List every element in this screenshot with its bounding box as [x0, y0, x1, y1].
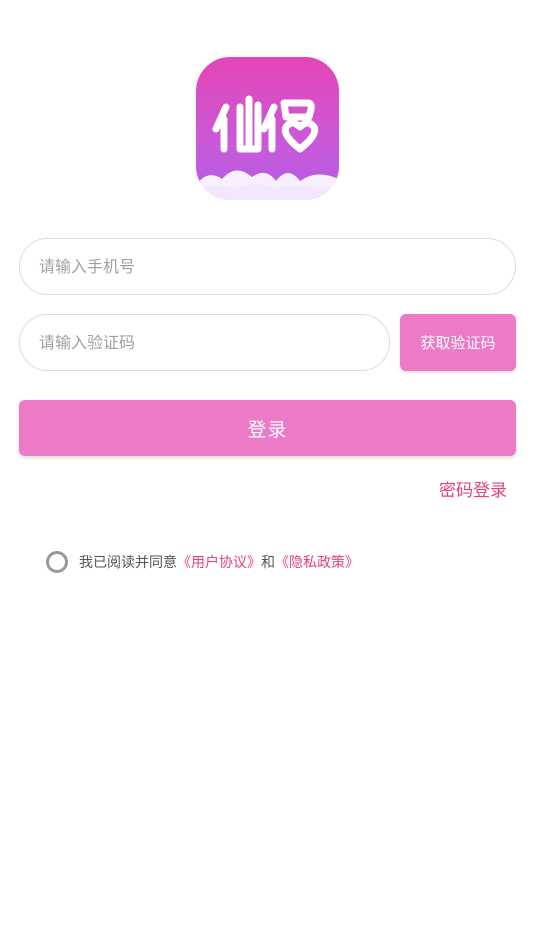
phone-field[interactable]: [19, 238, 516, 295]
privacy-policy-link[interactable]: 《隐私政策》: [275, 552, 359, 572]
app-logo-icon: [196, 57, 339, 200]
password-login-link[interactable]: 密码登录: [439, 476, 507, 501]
verification-code-input[interactable]: [39, 315, 389, 370]
app-logo-graphic: [196, 95, 339, 200]
login-button[interactable]: 登录: [19, 400, 516, 456]
user-agreement-link[interactable]: 《用户协议》: [177, 552, 261, 572]
get-code-button[interactable]: 获取验证码: [400, 314, 516, 371]
login-page: 获取验证码 登录 密码登录 我已阅读并同意 《用户协议》 和 《隐私政策》: [0, 0, 535, 951]
agreement-radio[interactable]: [46, 551, 68, 573]
code-field[interactable]: [19, 314, 390, 371]
agreement-prefix: 我已阅读并同意: [79, 555, 177, 571]
agreement-and: 和: [261, 555, 275, 571]
agreement-row: 我已阅读并同意 《用户协议》 和 《隐私政策》: [46, 551, 359, 573]
phone-input[interactable]: [39, 239, 515, 294]
